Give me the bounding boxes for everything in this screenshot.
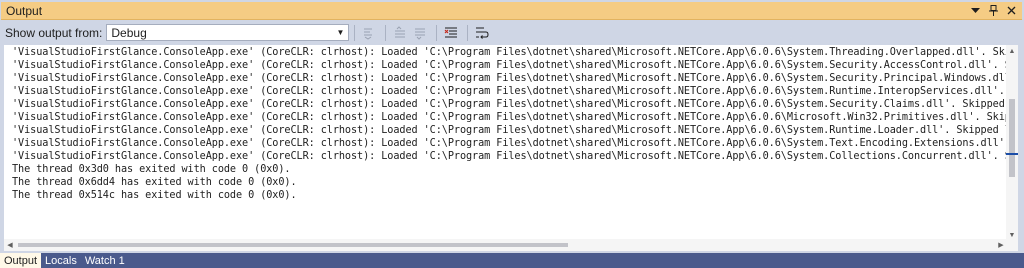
output-line: 'VisualStudioFirstGlance.ConsoleApp.exe'… (12, 151, 1007, 162)
panel-title: Output (6, 3, 43, 18)
output-line: 'VisualStudioFirstGlance.ConsoleApp.exe'… (12, 112, 1007, 123)
output-panel: Output Show output from: Debug ▼ 'Visual… (0, 0, 1024, 268)
output-line: 'VisualStudioFirstGlance.ConsoleApp.exe'… (12, 99, 1005, 110)
output-line: The thread 0x6dd4 has exited with code 0… (12, 177, 297, 188)
vertical-scroll-thumb[interactable] (1009, 99, 1015, 177)
chevron-down-icon: ▼ (336, 28, 345, 37)
output-source-select[interactable]: Debug ▼ (106, 24, 350, 41)
bottom-tab-strip: Output Locals Watch 1 (0, 253, 1024, 268)
output-line: The thread 0x514c has exited with code 0… (12, 190, 297, 201)
next-message-icon[interactable] (411, 24, 429, 42)
output-line: 'VisualStudioFirstGlance.ConsoleApp.exe'… (12, 60, 1007, 71)
tab-locals[interactable]: Locals (41, 254, 81, 268)
output-text[interactable]: 'VisualStudioFirstGlance.ConsoleApp.exe'… (4, 45, 1007, 241)
toolbar-separator (385, 24, 387, 41)
output-line: 'VisualStudioFirstGlance.ConsoleApp.exe'… (12, 138, 1007, 149)
toolbar-separator (467, 24, 469, 41)
scroll-left-icon[interactable]: ◀ (4, 239, 16, 251)
output-line: 'VisualStudioFirstGlance.ConsoleApp.exe'… (12, 73, 1007, 84)
chevron-down-icon[interactable] (968, 4, 982, 18)
toolbar-separator (354, 24, 356, 41)
scroll-up-icon[interactable]: ▲ (1006, 45, 1018, 57)
scrollbar-corner (1006, 239, 1018, 251)
caret-position-marker (1006, 153, 1018, 155)
output-line: The thread 0x3d0 has exited with code 0 … (12, 164, 291, 175)
find-message-icon[interactable] (360, 24, 378, 42)
horizontal-scrollbar[interactable]: ◀ ▶ (4, 239, 1007, 251)
vertical-scrollbar[interactable]: ▲ ▼ (1006, 45, 1018, 241)
horizontal-scroll-thumb[interactable] (18, 243, 568, 247)
toolbar-separator (436, 24, 438, 41)
previous-message-icon[interactable] (391, 24, 409, 42)
output-line: 'VisualStudioFirstGlance.ConsoleApp.exe'… (12, 125, 1007, 136)
output-source-value: Debug (111, 25, 147, 40)
output-line: 'VisualStudioFirstGlance.ConsoleApp.exe'… (12, 47, 1007, 58)
show-output-label: Show output from: (5, 25, 103, 40)
word-wrap-icon[interactable] (473, 24, 491, 42)
tab-output[interactable]: Output (0, 253, 42, 268)
output-text-pane[interactable]: 'VisualStudioFirstGlance.ConsoleApp.exe'… (3, 44, 1019, 252)
panel-title-bar[interactable]: Output (1, 2, 1022, 20)
pin-icon[interactable] (986, 4, 1000, 18)
close-icon[interactable] (1004, 4, 1018, 18)
output-toolbar: Show output from: Debug ▼ (1, 21, 1022, 44)
output-line: 'VisualStudioFirstGlance.ConsoleApp.exe'… (12, 86, 1005, 97)
clear-all-icon[interactable] (442, 24, 460, 42)
tab-watch-1[interactable]: Watch 1 (81, 254, 129, 268)
